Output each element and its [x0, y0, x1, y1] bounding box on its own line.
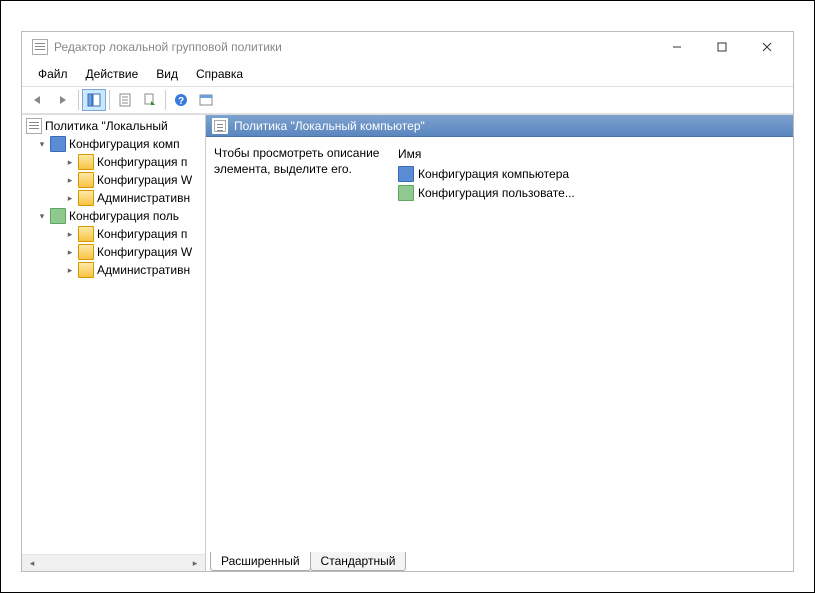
tree-item[interactable]: ▸ Конфигурация W	[22, 171, 205, 189]
toolbar-separator	[165, 90, 166, 110]
tab-extended[interactable]: Расширенный	[210, 552, 311, 571]
list-item[interactable]: Конфигурация компьютера	[394, 164, 785, 183]
tree-root-label: Политика "Локальный	[45, 119, 168, 133]
user-icon	[398, 185, 414, 201]
folder-icon	[78, 262, 94, 278]
expander-closed-icon[interactable]: ▸	[64, 228, 76, 240]
toolbar: ?	[22, 86, 793, 114]
expander-closed-icon[interactable]: ▸	[64, 264, 76, 276]
tree-item[interactable]: ▸ Конфигурация W	[22, 243, 205, 261]
toolbar-separator	[109, 90, 110, 110]
tree-item[interactable]: ▸ Конфигурация п	[22, 225, 205, 243]
maximize-button[interactable]	[699, 33, 744, 61]
list-item-label: Конфигурация компьютера	[418, 167, 569, 181]
content-header-title: Политика "Локальный компьютер"	[234, 119, 425, 133]
policy-icon	[26, 118, 42, 134]
forward-button[interactable]	[51, 89, 75, 111]
list-item-label: Конфигурация пользовате...	[418, 186, 575, 200]
tab-standard[interactable]: Стандартный	[310, 552, 407, 571]
expander-closed-icon[interactable]: ▸	[64, 192, 76, 204]
menubar: Файл Действие Вид Справка	[22, 62, 793, 86]
svg-text:?: ?	[178, 96, 184, 107]
help-button[interactable]: ?	[169, 89, 193, 111]
menu-view[interactable]: Вид	[148, 64, 186, 84]
tree-item-label: Административн	[97, 191, 190, 205]
tree-item-label: Конфигурация комп	[69, 137, 180, 151]
titlebar: Редактор локальной групповой политики	[22, 32, 793, 62]
tree-root[interactable]: Политика "Локальный	[22, 117, 205, 135]
folder-icon	[78, 172, 94, 188]
horizontal-scrollbar[interactable]: ◂ ▸	[22, 554, 205, 571]
description-text: Чтобы просмотреть описание элемента, выд…	[214, 146, 379, 176]
expander-closed-icon[interactable]: ▸	[64, 246, 76, 258]
window-title: Редактор локальной групповой политики	[54, 40, 654, 54]
minimize-button[interactable]	[654, 33, 699, 61]
toolbar-separator	[78, 90, 79, 110]
tree-item-label: Конфигурация п	[97, 155, 187, 169]
menu-file[interactable]: Файл	[30, 64, 76, 84]
folder-icon	[78, 244, 94, 260]
back-button[interactable]	[26, 89, 50, 111]
list-item[interactable]: Конфигурация пользовате...	[394, 183, 785, 202]
content-header: Политика "Локальный компьютер"	[206, 115, 793, 137]
column-header-name[interactable]: Имя	[394, 145, 785, 164]
user-icon	[50, 208, 66, 224]
list-pane: Имя Конфигурация компьютера Конфигурация…	[394, 145, 785, 542]
tree-item[interactable]: ▸ Конфигурация п	[22, 153, 205, 171]
tree-user-config[interactable]: ▾ Конфигурация поль	[22, 207, 205, 225]
properties-button[interactable]	[113, 89, 137, 111]
folder-icon	[78, 190, 94, 206]
show-hide-tree-button[interactable]	[82, 89, 106, 111]
tree-item-label: Административн	[97, 263, 190, 277]
scroll-left-icon[interactable]: ◂	[24, 556, 40, 571]
policy-icon	[212, 118, 228, 134]
tree-computer-config[interactable]: ▾ Конфигурация комп	[22, 135, 205, 153]
computer-icon	[50, 136, 66, 152]
tree-item[interactable]: ▸ Административн	[22, 189, 205, 207]
expander-closed-icon[interactable]: ▸	[64, 174, 76, 186]
close-button[interactable]	[744, 33, 789, 61]
expander-closed-icon[interactable]: ▸	[64, 156, 76, 168]
expander-open-icon[interactable]: ▾	[36, 210, 48, 222]
tree-panel: Политика "Локальный ▾ Конфигурация комп …	[22, 115, 206, 571]
tab-strip: Расширенный Стандартный	[206, 550, 793, 571]
scroll-right-icon[interactable]: ▸	[187, 556, 203, 571]
tree-item-label: Конфигурация поль	[69, 209, 179, 223]
tree-item[interactable]: ▸ Административн	[22, 261, 205, 279]
folder-icon	[78, 154, 94, 170]
export-list-button[interactable]	[138, 89, 162, 111]
app-icon	[32, 39, 48, 55]
tree-item-label: Конфигурация W	[97, 173, 192, 187]
filter-button[interactable]	[194, 89, 218, 111]
menu-help[interactable]: Справка	[188, 64, 251, 84]
expander-open-icon[interactable]: ▾	[36, 138, 48, 150]
menu-action[interactable]: Действие	[78, 64, 147, 84]
computer-icon	[398, 166, 414, 182]
main-panel: Политика "Локальный компьютер" Чтобы про…	[206, 115, 793, 571]
description-pane: Чтобы просмотреть описание элемента, выд…	[214, 145, 394, 542]
tree-item-label: Конфигурация п	[97, 227, 187, 241]
tree-item-label: Конфигурация W	[97, 245, 192, 259]
folder-icon	[78, 226, 94, 242]
